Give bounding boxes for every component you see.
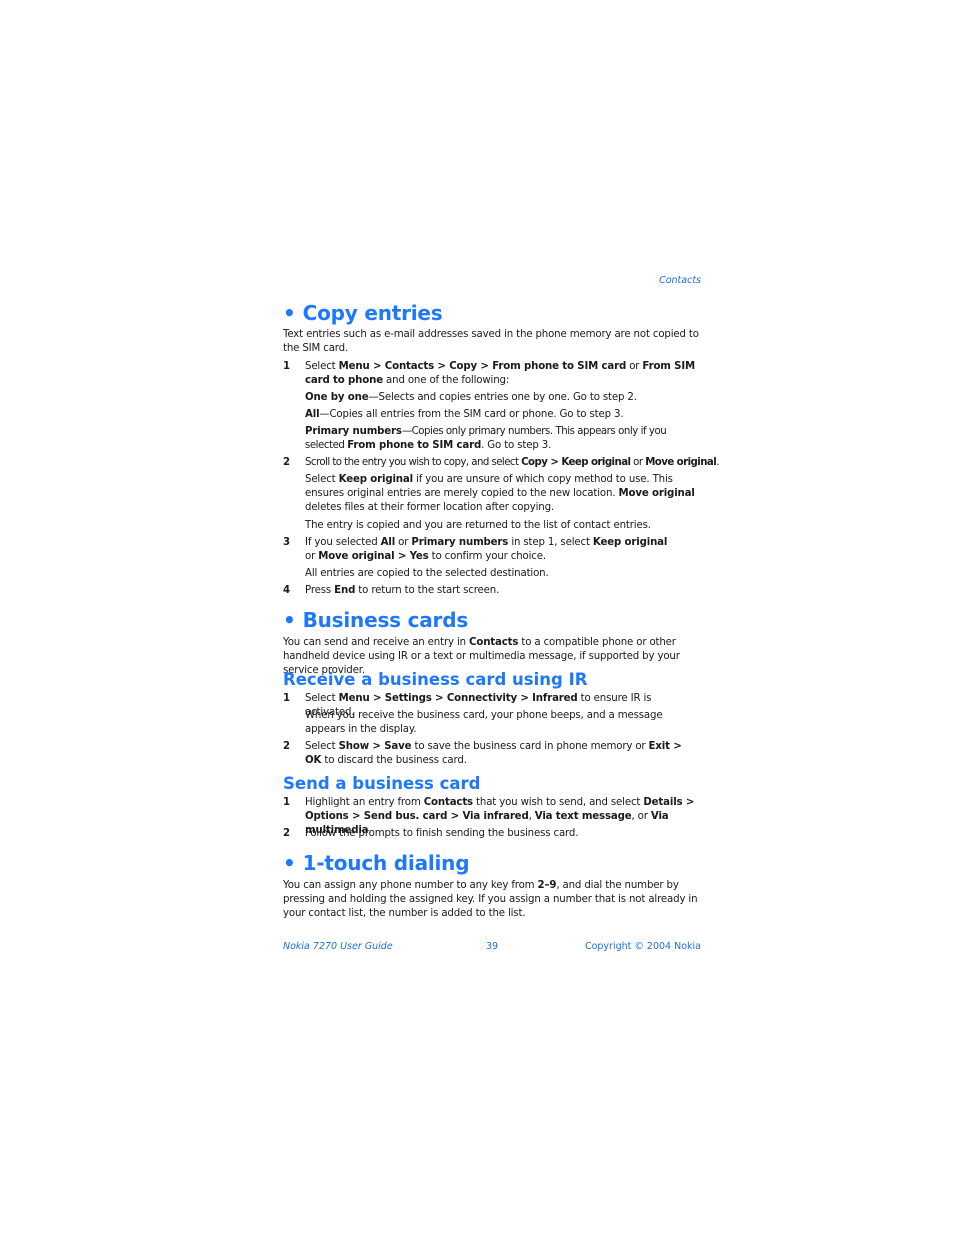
- copy-entries-intro: Text entries such as e-mail addresses sa…: [283, 329, 699, 354]
- copy-step-2: 2 Scroll to the entry you wish to copy, …: [283, 457, 719, 468]
- copy-step-1: 1 Select Menu > Contacts > Copy > From p…: [283, 361, 695, 386]
- option-one-by-one: One by one—Selects and copies entries on…: [305, 392, 637, 403]
- bullet-icon: •: [283, 851, 296, 875]
- option-all: All—Copies all entries from the SIM card…: [305, 409, 624, 420]
- copy-step-2-note: Select Keep original if you are unsure o…: [305, 474, 695, 513]
- receive-step-2: 2 Select Show > Save to save the busines…: [283, 741, 682, 766]
- running-header: Contacts: [659, 275, 701, 286]
- copy-step-3: 3 If you selected All or Primary numbers…: [283, 537, 668, 562]
- receive-step-1-note: When you receive the business card, your…: [305, 710, 663, 735]
- copy-step-2-result: The entry is copied and you are returned…: [305, 520, 651, 531]
- footer-guide-title: Nokia 7270 User Guide: [283, 941, 393, 952]
- send-step-2: 2 Follow the prompts to finish sending t…: [283, 828, 579, 839]
- copy-step-4: 4 Press End to return to the start scree…: [283, 585, 500, 596]
- heading-receive-business-card: Receive a business card using IR: [283, 670, 588, 689]
- copy-step-3-result: All entries are copied to the selected d…: [305, 568, 549, 579]
- heading-copy-entries: • Copy entries: [283, 301, 443, 325]
- one-touch-intro: You can assign any phone number to any k…: [283, 880, 698, 919]
- heading-send-business-card: Send a business card: [283, 774, 481, 793]
- heading-1-touch-dialing: • 1-touch dialing: [283, 851, 470, 875]
- footer-copyright: Copyright © 2004 Nokia: [584, 941, 701, 952]
- page-number: 39: [486, 941, 499, 952]
- option-primary-numbers: Primary numbers—Copies only primary numb…: [305, 426, 667, 451]
- heading-business-cards: • Business cards: [283, 608, 469, 632]
- bullet-icon: •: [283, 608, 296, 632]
- bullet-icon: •: [283, 301, 296, 325]
